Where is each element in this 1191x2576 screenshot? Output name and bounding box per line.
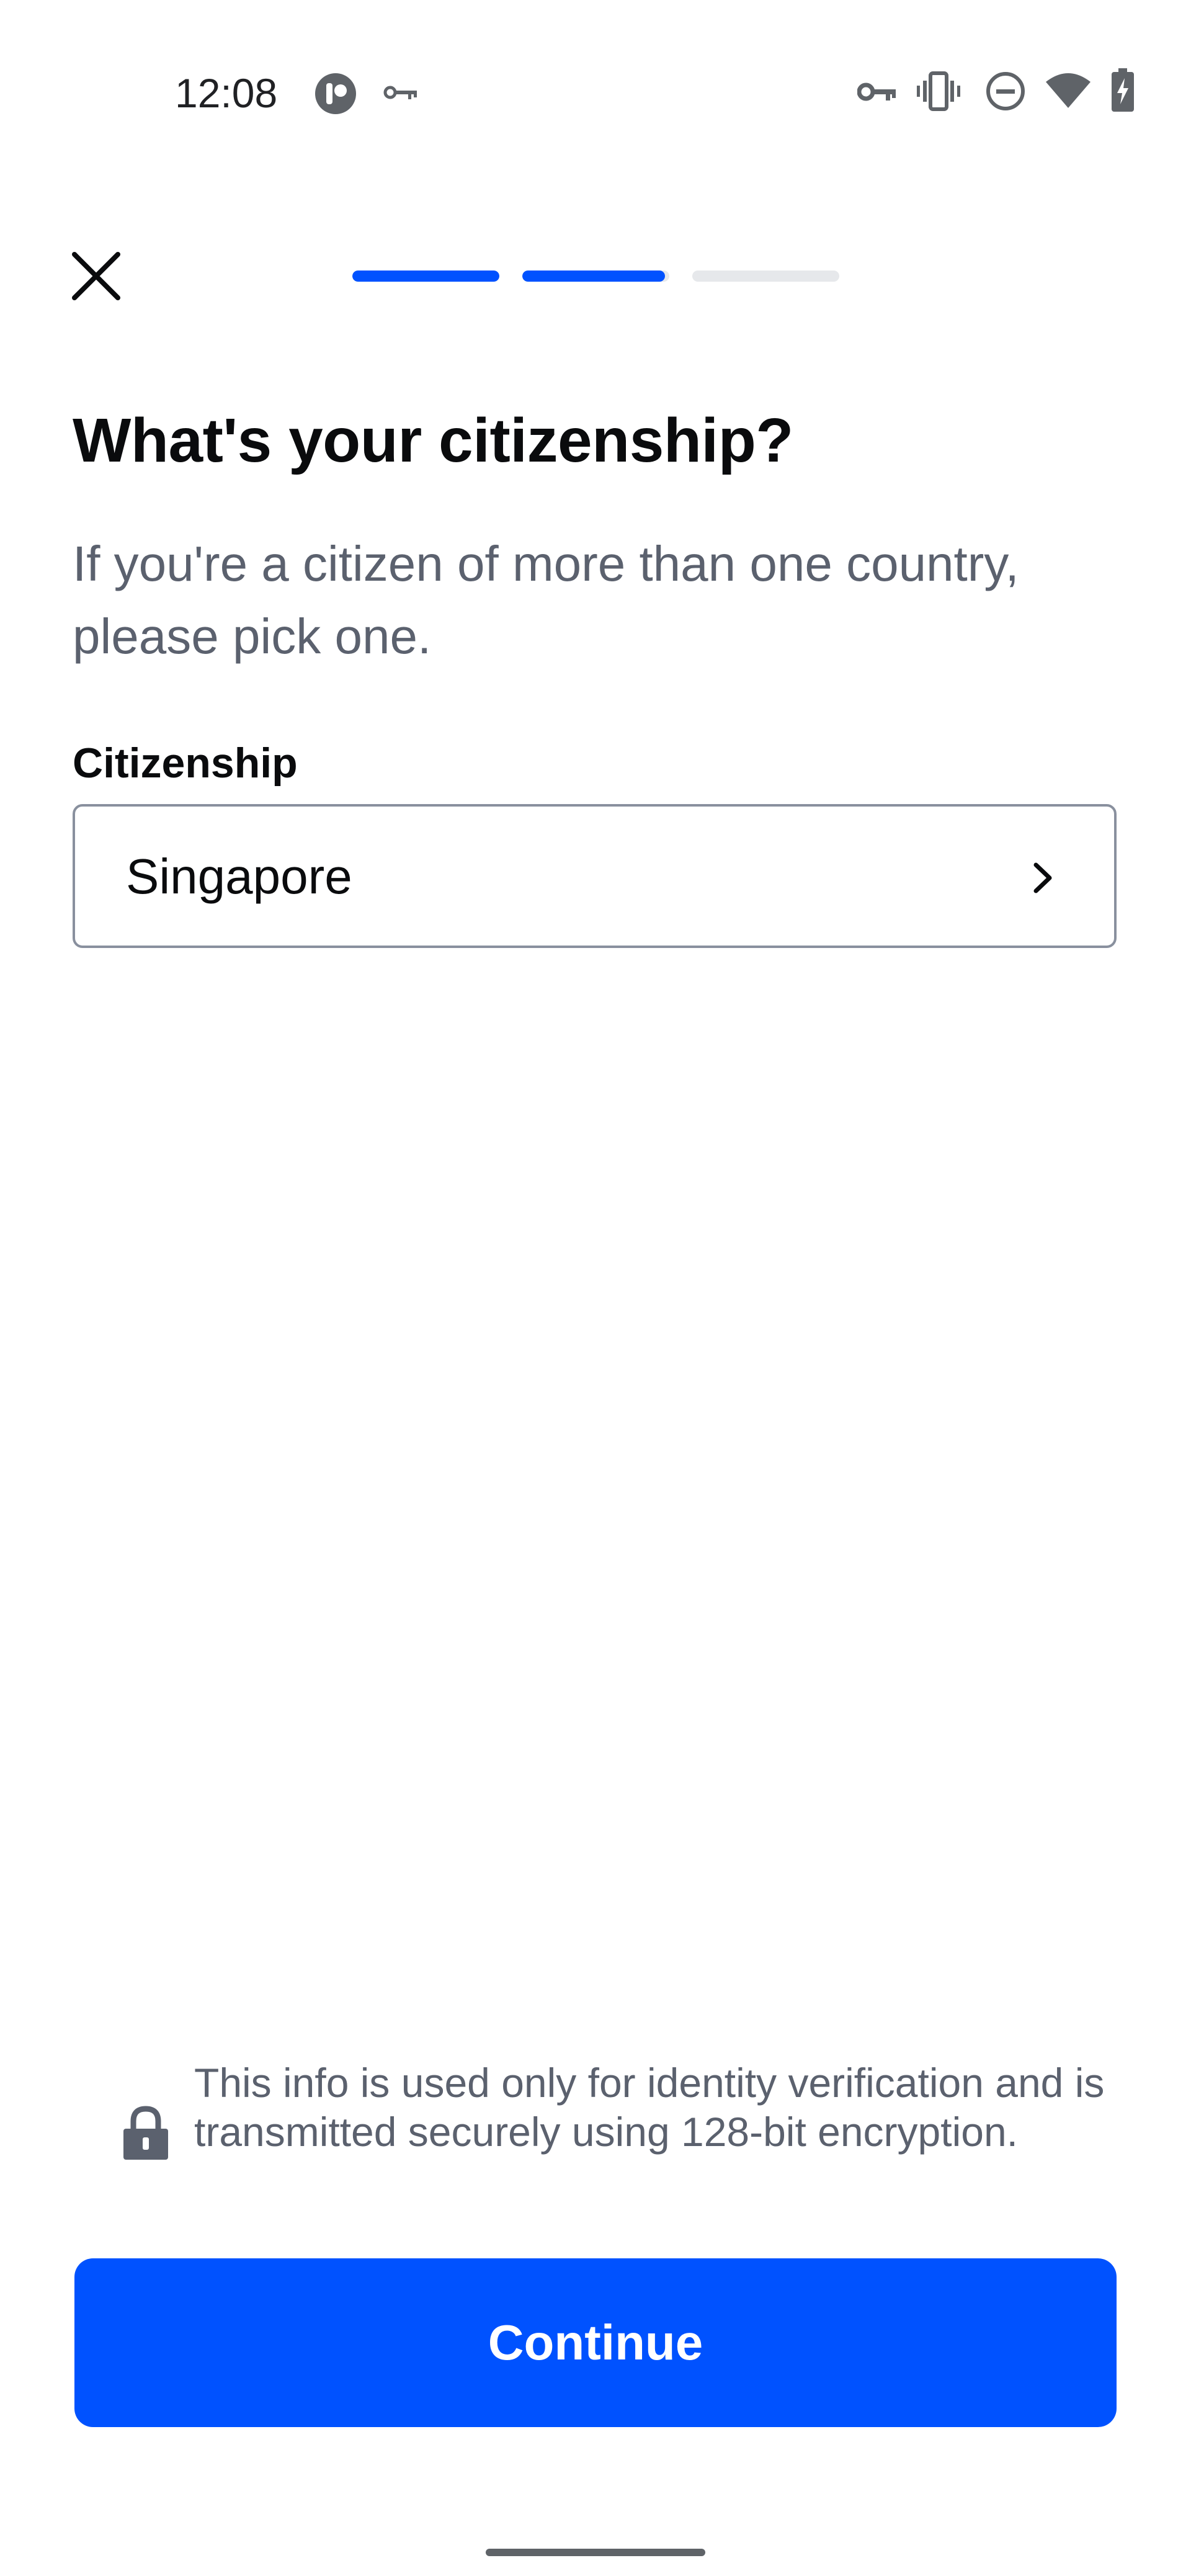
do-not-disturb-icon — [986, 72, 1025, 110]
progress-step-2 — [522, 271, 669, 282]
citizenship-select[interactable]: Singapore — [73, 804, 1117, 948]
citizenship-value: Singapore — [126, 849, 352, 904]
vibrate-icon — [917, 71, 960, 111]
chevron-right-icon — [1033, 862, 1052, 893]
close-icon — [72, 252, 120, 300]
page-title: What's your citizenship? — [73, 406, 793, 475]
battery-charging-icon — [1112, 68, 1134, 112]
citizenship-field-label: Citizenship — [73, 740, 298, 787]
wifi-icon — [1046, 73, 1091, 108]
app-notification-icon — [315, 73, 356, 114]
home-indicator[interactable] — [486, 2549, 705, 2556]
page-subtitle: If you're a citizen of more than one cou… — [73, 536, 1019, 664]
progress-step-2-fill — [522, 271, 665, 282]
status-bar: 12:08 — [0, 0, 1191, 186]
progress-step-3 — [692, 271, 839, 282]
continue-button-label: Continue — [488, 2315, 703, 2370]
close-button[interactable] — [62, 242, 130, 310]
progress-step-1 — [352, 271, 499, 282]
vpn-key-icon — [857, 83, 896, 101]
continue-button[interactable]: Continue — [74, 2258, 1117, 2427]
vpn-key-icon — [383, 86, 417, 99]
status-time: 12:08 — [175, 70, 278, 116]
secure-text: This info is used only for identity veri… — [194, 2060, 1105, 2155]
progress-step-1-fill — [352, 271, 499, 282]
lock-icon — [123, 2106, 168, 2160]
